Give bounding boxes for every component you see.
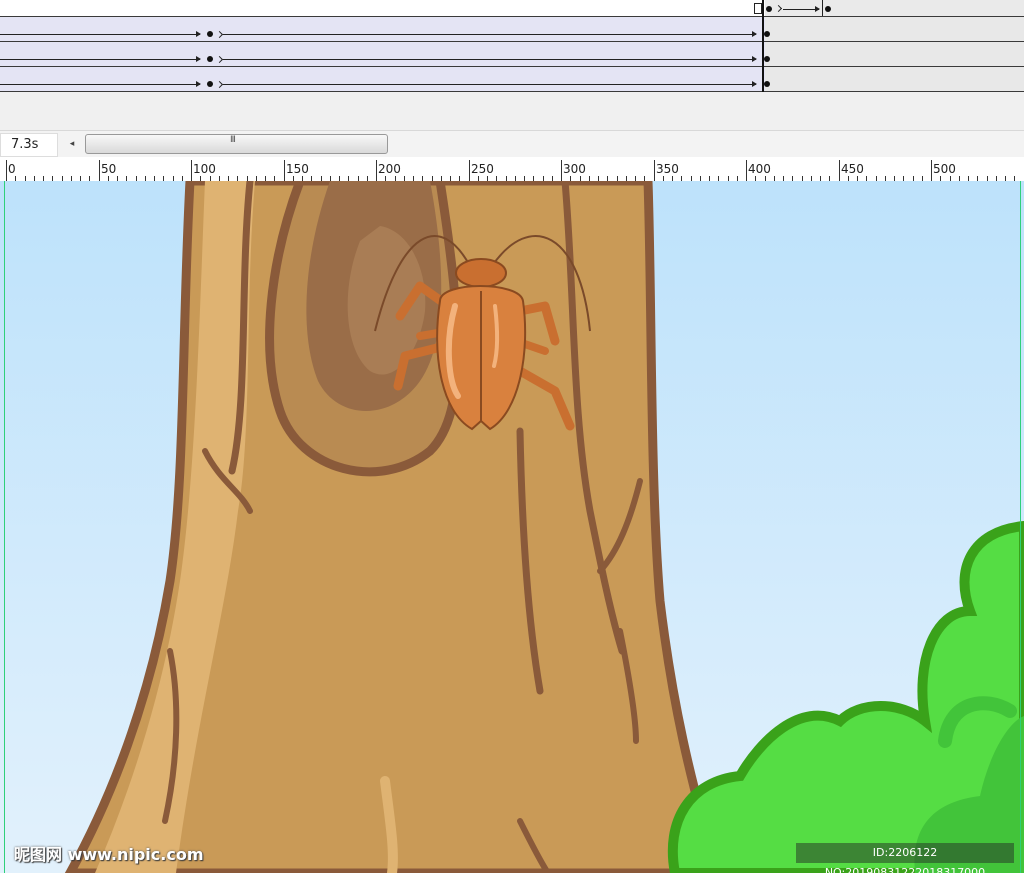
ruler-label: 400 bbox=[748, 162, 771, 176]
ruler-label: 100 bbox=[193, 162, 216, 176]
playhead-line[interactable] bbox=[762, 0, 764, 92]
playhead-marker-icon[interactable] bbox=[754, 3, 762, 14]
watermark-logo: 昵图网 www.nipic.com bbox=[14, 845, 204, 864]
time-readout: 7.3s bbox=[0, 133, 58, 157]
watermark-id: ID:2206122 NO:20190831222018317000 bbox=[796, 843, 1014, 879]
stage-left-guide bbox=[4, 181, 5, 873]
horizontal-scroll-thumb[interactable]: III bbox=[85, 134, 388, 154]
tween-span bbox=[0, 42, 765, 66]
ruler-ticks: 0 50 100 150 200 250 300 350 400 450 500 bbox=[6, 160, 1015, 181]
timeline-empty-frames bbox=[765, 42, 1024, 66]
keyframe-dot-icon[interactable] bbox=[825, 6, 831, 12]
frame-divider bbox=[822, 0, 823, 16]
ruler-label: 200 bbox=[378, 162, 401, 176]
keyframe-dot-icon[interactable] bbox=[764, 81, 770, 87]
scroll-grip-icon: III bbox=[230, 135, 236, 145]
ruler-label: 0 bbox=[8, 162, 16, 176]
keyframe-dot-icon[interactable] bbox=[207, 81, 213, 87]
timeline-scroll-row: 7.3s ◂ III bbox=[0, 130, 1024, 157]
timeline-layer-row[interactable] bbox=[0, 17, 1024, 42]
keyframe-dot-icon[interactable] bbox=[207, 56, 213, 62]
timeline-empty-frames bbox=[765, 17, 1024, 41]
keyframe-dot-icon[interactable] bbox=[764, 56, 770, 62]
timeline-empty-frames bbox=[765, 67, 1024, 91]
keyframe-dot-icon[interactable] bbox=[764, 31, 770, 37]
timeline-top-row[interactable] bbox=[0, 0, 1024, 17]
tween-arrow-icon bbox=[0, 31, 201, 37]
tween-arrow-icon bbox=[223, 56, 757, 62]
tween-arrow-icon bbox=[223, 81, 757, 87]
tween-span bbox=[0, 17, 765, 41]
ruler-label: 300 bbox=[563, 162, 586, 176]
tween-arrow-icon bbox=[783, 6, 820, 12]
stage-canvas[interactable] bbox=[0, 181, 1024, 873]
tween-span bbox=[0, 67, 765, 91]
keyframe-dot-icon[interactable] bbox=[766, 6, 772, 12]
tween-arrow-icon bbox=[223, 31, 757, 37]
ruler-label: 350 bbox=[656, 162, 679, 176]
ruler-label: 250 bbox=[471, 162, 494, 176]
timeline-panel bbox=[0, 0, 1024, 130]
ruler-label: 500 bbox=[933, 162, 956, 176]
ruler-label: 150 bbox=[286, 162, 309, 176]
timeline-empty-frames bbox=[765, 0, 1024, 16]
timeline-layer-row[interactable] bbox=[0, 42, 1024, 67]
timeline-layer-row[interactable] bbox=[0, 67, 1024, 92]
keyframe-dot-icon[interactable] bbox=[207, 31, 213, 37]
ruler-label: 450 bbox=[841, 162, 864, 176]
stage-artwork bbox=[64, 181, 1024, 873]
stage-right-guide bbox=[1020, 181, 1021, 873]
scroll-left-arrow-icon[interactable]: ◂ bbox=[62, 135, 82, 153]
ruler-label: 50 bbox=[101, 162, 116, 176]
tween-arrow-icon bbox=[0, 56, 201, 62]
tween-arrow-icon bbox=[0, 81, 201, 87]
green-bush[interactable] bbox=[667, 520, 1024, 873]
tree-trunk[interactable] bbox=[64, 181, 723, 873]
horizontal-ruler: 0 50 100 150 200 250 300 350 400 450 500 bbox=[0, 158, 1024, 182]
